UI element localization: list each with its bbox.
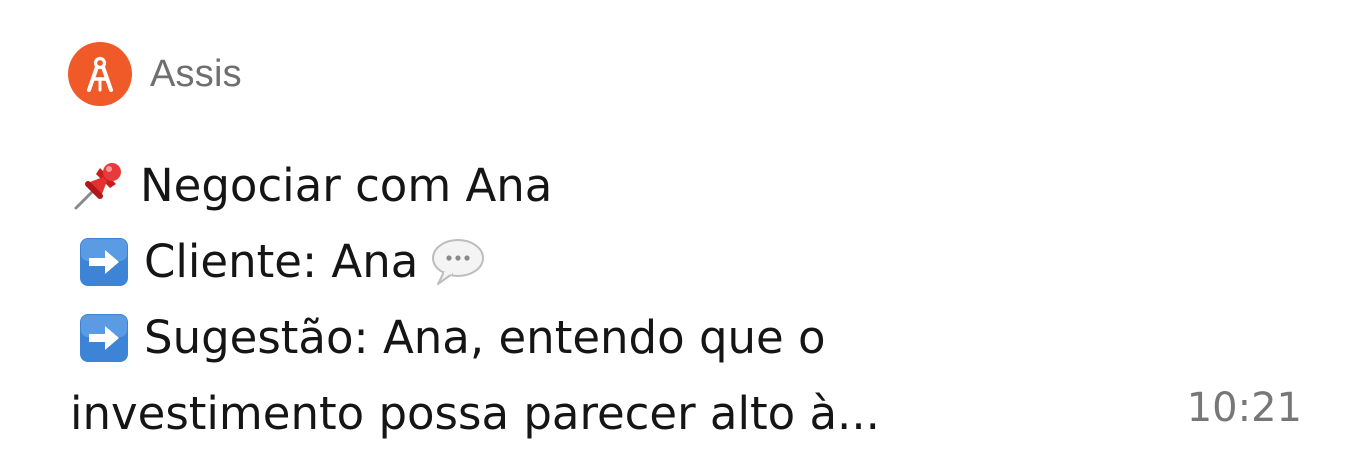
speech-bubble-icon [430,236,486,288]
right-arrow-icon [78,312,130,364]
task-title: Negociar com Ana [140,159,553,212]
notification-card[interactable]: Assis Negociar com Ana Cliente: Ana Suge… [0,0,1346,475]
suggestion-line: Sugestão: Ana, entendo que o [70,300,1070,376]
notification-body: Negociar com Ana Cliente: Ana Sugestão: … [70,148,1070,452]
right-arrow-icon [78,236,130,288]
sender-name: Assis [150,52,242,95]
title-line: Negociar com Ana [70,148,1070,224]
continuation-line: investimento possa parecer alto à... [70,376,1070,452]
client-line: Cliente: Ana [70,224,1070,300]
timestamp: 10:21 [1186,385,1302,431]
notification-header: Assis [68,42,242,106]
suggestion-continuation: investimento possa parecer alto à... [70,387,880,440]
client-text: Cliente: Ana [144,235,419,288]
suggestion-text: Sugestão: Ana, entendo que o [144,311,826,364]
assis-logo-icon [68,42,132,106]
pushpin-icon [70,158,126,214]
